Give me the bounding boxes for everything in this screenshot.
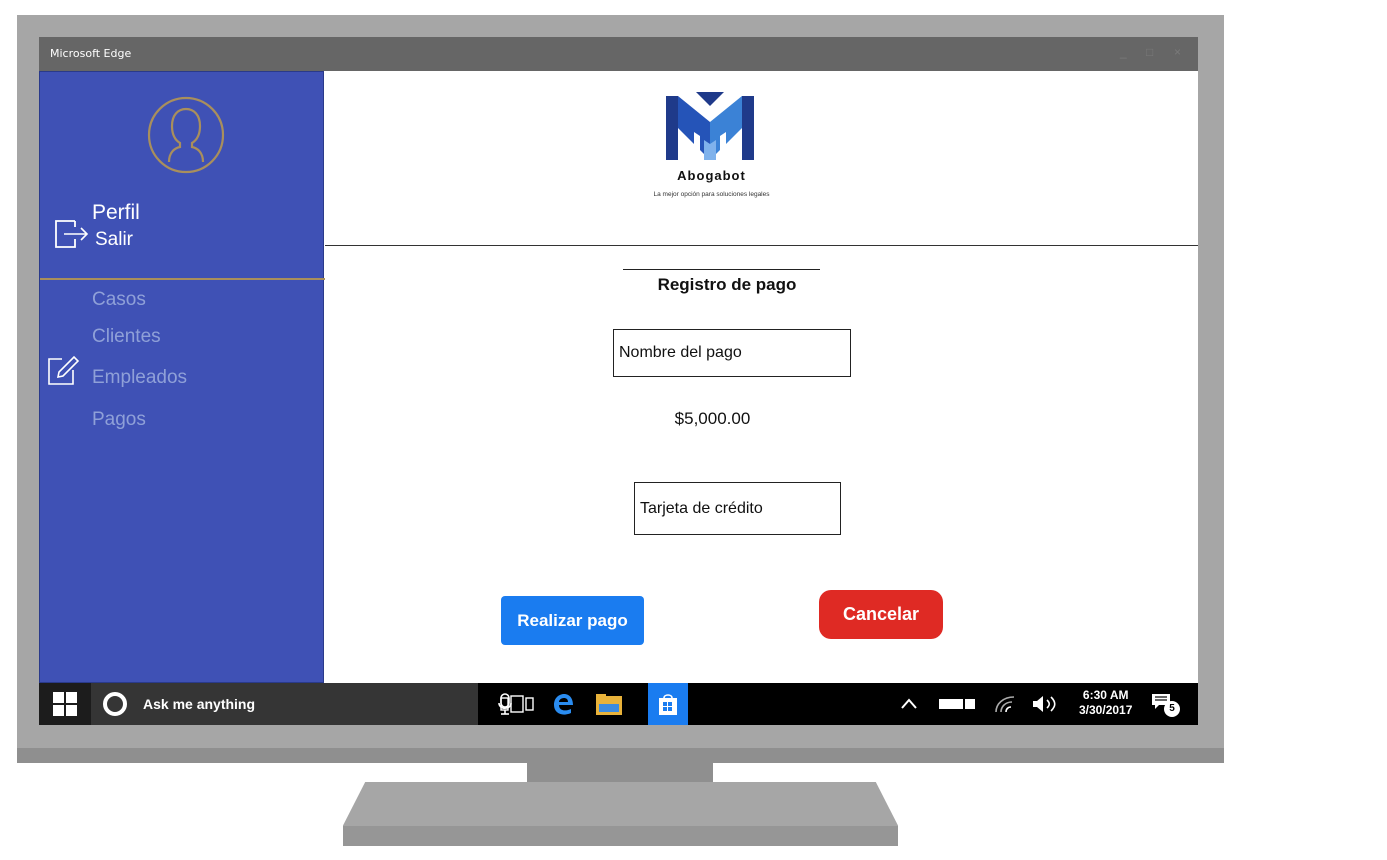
- volume-icon[interactable]: [1032, 695, 1058, 713]
- user-avatar-icon[interactable]: [147, 96, 225, 174]
- main-content: Abogabot La mejor opción para soluciones…: [325, 71, 1198, 683]
- wifi-icon[interactable]: [994, 695, 1016, 713]
- clock[interactable]: 6:30 AM 3/30/2017: [1079, 688, 1132, 718]
- store-button[interactable]: [648, 683, 688, 725]
- sidebar-item-clientes[interactable]: Clientes: [92, 326, 161, 348]
- form-title-rule: [623, 269, 820, 270]
- notification-count-badge: 5: [1164, 701, 1180, 717]
- cortana-icon: [103, 692, 127, 716]
- window-title: Microsoft Edge: [50, 47, 132, 60]
- chevron-up-icon[interactable]: [900, 695, 918, 713]
- clock-date: 3/30/2017: [1079, 703, 1133, 717]
- store-icon: [659, 694, 677, 715]
- close-button[interactable]: ×: [1174, 45, 1181, 59]
- task-view-icon[interactable]: [500, 691, 536, 717]
- profile-link[interactable]: Perfil: [92, 201, 140, 225]
- file-explorer-icon[interactable]: [594, 691, 624, 717]
- abogabot-logo: [666, 92, 754, 160]
- search-placeholder: Ask me anything: [143, 696, 256, 712]
- exit-icon[interactable]: [53, 215, 89, 251]
- payment-method-field[interactable]: Tarjeta de crédito: [634, 482, 841, 535]
- maximize-button[interactable]: □: [1146, 45, 1153, 59]
- form-title: Registro de pago: [657, 275, 797, 294]
- sidebar-item-pagos[interactable]: Pagos: [92, 409, 146, 431]
- payment-name-field[interactable]: Nombre del pago: [613, 329, 851, 377]
- windows-start-icon: [53, 692, 77, 716]
- brand-tagline: La mejor opción para soluciones legales: [653, 191, 770, 198]
- edit-icon[interactable]: [46, 353, 80, 387]
- browser-window: Microsoft Edge _ □ × Perfil Salir Casos …: [39, 37, 1198, 725]
- edge-icon[interactable]: [550, 691, 576, 717]
- battery-icon[interactable]: [938, 695, 978, 713]
- minimize-button[interactable]: _: [1120, 45, 1127, 59]
- sidebar-divider: [40, 278, 325, 280]
- cancel-button[interactable]: Cancelar: [819, 590, 943, 639]
- monitor-bezel-bottom: [17, 748, 1224, 763]
- brand-name: Abogabot: [677, 168, 746, 183]
- search-box[interactable]: Ask me anything: [91, 683, 512, 725]
- logout-link[interactable]: Salir: [95, 229, 133, 251]
- header-divider: [325, 245, 1198, 246]
- sidebar-item-casos[interactable]: Casos: [92, 289, 146, 311]
- sidebar-item-empleados[interactable]: Empleados: [92, 367, 187, 389]
- payment-amount: $5,000.00: [674, 409, 751, 428]
- sidebar: Perfil Salir Casos Clientes Empleados Pa…: [39, 71, 325, 683]
- monitor-base-shade: [343, 826, 898, 846]
- start-button[interactable]: [39, 683, 91, 725]
- desktop-stage: Microsoft Edge _ □ × Perfil Salir Casos …: [0, 0, 1387, 860]
- taskbar: Ask me anything 6:30 AM 3/30/2017 5: [39, 683, 1198, 725]
- submit-payment-button[interactable]: Realizar pago: [501, 596, 644, 645]
- window-titlebar: Microsoft Edge _ □ ×: [39, 37, 1198, 71]
- clock-time: 6:30 AM: [1082, 688, 1129, 702]
